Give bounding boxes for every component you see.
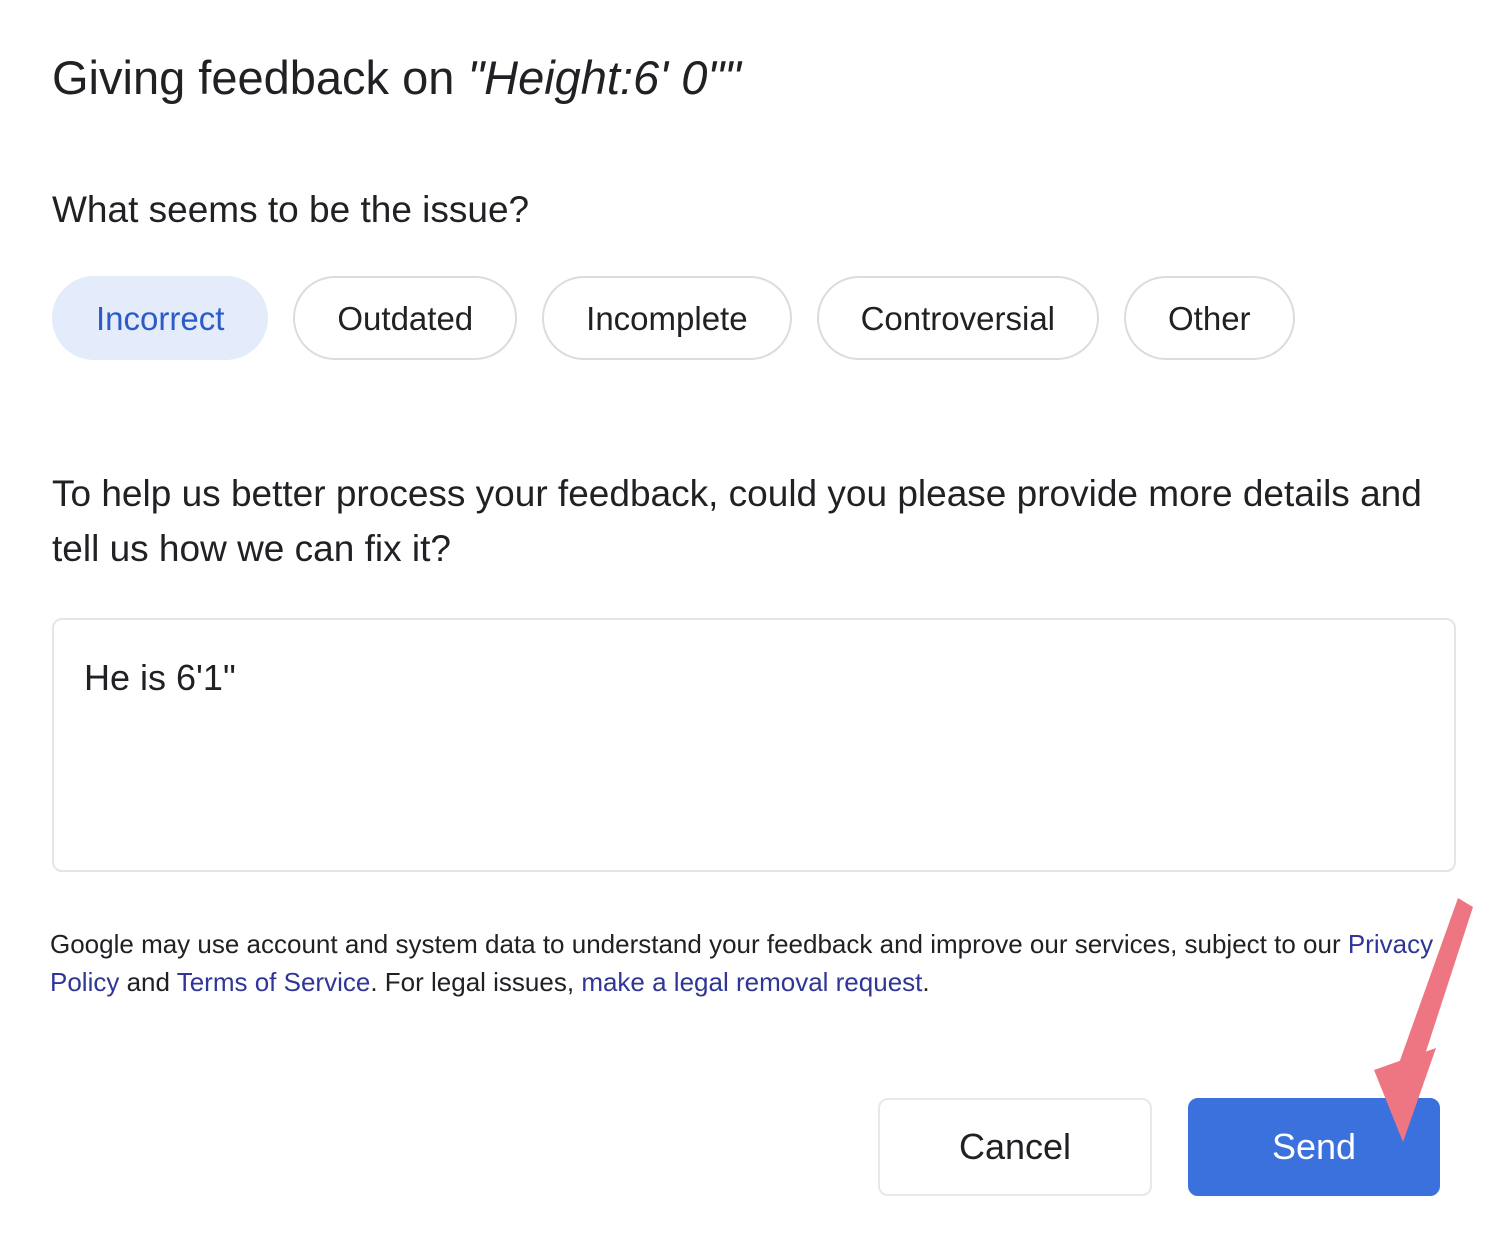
title-prefix: Giving feedback on <box>52 51 468 104</box>
dialog-actions: Cancel Send <box>878 1098 1440 1196</box>
chip-other[interactable]: Other <box>1124 276 1295 360</box>
title-subject: "Height:6' 0"" <box>467 51 741 104</box>
chip-other-label: Other <box>1168 299 1251 337</box>
chip-outdated[interactable]: Outdated <box>293 276 518 360</box>
issue-chip-group: Incorrect Outdated Incomplete Controvers… <box>52 276 1295 360</box>
cancel-button-label: Cancel <box>958 1126 1072 1167</box>
chip-incorrect[interactable]: Incorrect <box>52 276 269 360</box>
terms-of-service-link[interactable]: Terms of Service <box>177 967 371 997</box>
page-title: Giving feedback on "Height:6' 0"" <box>52 48 741 108</box>
legal-removal-request-link[interactable]: make a legal removal request <box>581 967 922 997</box>
legal-disclaimer: Google may use account and system data t… <box>50 925 1450 1001</box>
chip-controversial[interactable]: Controversial <box>816 276 1100 360</box>
feedback-details-input[interactable] <box>52 618 1456 872</box>
legal-text-part3: . For legal issues, <box>370 967 582 997</box>
chip-outdated-label: Outdated <box>337 299 474 337</box>
chip-incomplete[interactable]: Incomplete <box>542 276 792 360</box>
chip-controversial-label: Controversial <box>860 299 1056 337</box>
legal-text-part1: Google may use account and system data t… <box>50 929 1348 959</box>
feedback-dialog: Giving feedback on "Height:6' 0"" What s… <box>0 0 1490 1240</box>
send-button[interactable]: Send <box>1188 1098 1440 1196</box>
chip-incorrect-label: Incorrect <box>96 299 225 337</box>
send-button-label: Send <box>1271 1126 1357 1167</box>
cancel-button[interactable]: Cancel <box>878 1098 1152 1196</box>
legal-text-part4: . <box>922 967 930 997</box>
details-prompt-text: To help us better process your feedback,… <box>52 473 1422 569</box>
chip-incomplete-label: Incomplete <box>586 299 748 337</box>
legal-text-part2: and <box>119 967 177 997</box>
issue-question-label: What seems to be the issue? <box>52 189 530 230</box>
